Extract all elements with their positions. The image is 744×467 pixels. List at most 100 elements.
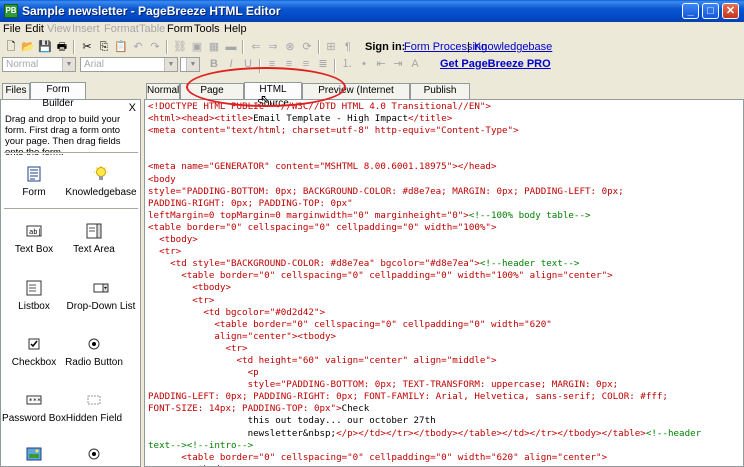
item-label: Listbox (18, 301, 50, 312)
font-select[interactable]: Arial ▼ (80, 57, 178, 72)
form-builder-item-drop-down-list[interactable]: Drop-Down List (61, 280, 140, 312)
tab-html-source[interactable]: HTML Source (244, 82, 302, 109)
underline-button[interactable]: U (240, 56, 256, 72)
form-builder-item-text-box[interactable]: ab| Text Box (1, 223, 67, 255)
new-file-icon[interactable]: 🗋 (3, 39, 19, 55)
tab-preview[interactable]: Preview (Internet Explorer) (302, 83, 410, 110)
close-icon[interactable]: X (129, 102, 136, 114)
open-folder-icon[interactable]: 📂 (20, 39, 36, 55)
source-line: align="center"><tbody> (148, 331, 742, 343)
form-builder-item-radio-button[interactable]: Radio Button (61, 336, 127, 368)
text-color-icon[interactable]: A (407, 56, 423, 72)
form-builder-item-hidden-field[interactable]: Hidden Field (61, 392, 127, 424)
source-token: <table border="0" cellspacing="0" cellpa… (148, 318, 552, 330)
numbered-list-icon[interactable]: ⒈ (339, 56, 355, 72)
form-builder-item-form[interactable]: Form (1, 166, 67, 198)
justify-icon[interactable]: ≣ (315, 56, 331, 72)
indent-icon[interactable]: ⇥ (390, 56, 406, 72)
minimize-button[interactable]: _ (682, 3, 699, 19)
menu-tools[interactable]: Tools (194, 23, 220, 35)
listbox-icon (26, 280, 42, 296)
style-select[interactable]: Normal ▼ (2, 57, 76, 72)
get-pro-link[interactable]: Get PageBreeze PRO (440, 58, 551, 70)
tab-normal[interactable]: Normal (146, 83, 180, 99)
align-right-icon[interactable]: ≡ (298, 56, 314, 72)
print-icon[interactable]: 🖶 (54, 39, 70, 55)
item-label: Hidden Field (65, 413, 123, 424)
italic-button[interactable]: I (223, 56, 239, 72)
menu-help[interactable]: Help (224, 23, 247, 35)
source-line: <p (148, 367, 742, 379)
align-center-icon[interactable]: ≡ (281, 56, 297, 72)
form-builder-item-image-button[interactable] (1, 446, 67, 466)
outdent-icon[interactable]: ⇤ (373, 56, 389, 72)
textbox-icon: ab| (26, 225, 42, 237)
form-builder-item-text-area[interactable]: Text Area (61, 223, 127, 255)
source-token: FONT-SIZE: 14px; PADDING-TOP: 0px"> (148, 403, 342, 415)
save-icon[interactable]: 💾 (37, 39, 53, 55)
maximize-button[interactable]: □ (702, 3, 719, 19)
tab-page-properties[interactable]: Page Properties (180, 83, 244, 110)
bullet-list-icon[interactable]: • (356, 56, 372, 72)
hidden-field-icon (87, 395, 101, 405)
tab-form-builder[interactable]: Form Builder (30, 82, 86, 109)
form-builder-item-password-box[interactable]: *** Password Box (1, 392, 67, 424)
window-title: Sample newsletter - PageBreeze HTML Edit… (22, 4, 281, 18)
form-builder-item-knowledgebase[interactable]: Knowledgebase (61, 166, 140, 198)
table-icon[interactable]: ▦ (206, 39, 222, 55)
app-window: PB Sample newsletter - PageBreeze HTML E… (0, 0, 744, 467)
font-size-select[interactable]: ▼ (180, 57, 200, 72)
menu-form[interactable]: Form (167, 23, 193, 35)
source-line: <tr> (148, 246, 742, 258)
knowledgebase-link[interactable]: Knowledgebase (474, 41, 552, 53)
stop-icon[interactable]: ⊗ (282, 39, 298, 55)
paragraph-icon[interactable]: ¶ (340, 39, 356, 55)
source-line: newsletter&nbsp;</p></td></tr></tbody></… (148, 428, 742, 440)
copy-icon[interactable]: ⎘ (96, 39, 112, 55)
menu-view[interactable]: View (47, 23, 71, 35)
back-icon[interactable]: ⇐ (248, 39, 264, 55)
undo-icon[interactable]: ↶ (130, 39, 146, 55)
tab-files[interactable]: Files (2, 83, 30, 99)
source-token: <!DOCTYPE HTML PUBLIC "-//W3C//DTD HTML … (148, 101, 491, 112)
source-line (148, 149, 742, 161)
mouse-cursor-icon: ⇖ (260, 92, 271, 106)
item-label: Form (22, 187, 46, 198)
menu-format[interactable]: Format (104, 23, 139, 35)
source-token: align="center"><tbody> (148, 330, 337, 342)
menu-edit[interactable]: Edit (25, 23, 44, 35)
source-token: leftMargin=0 topMargin=0 marginwidth="0"… (148, 209, 469, 221)
radio-icon (88, 448, 100, 460)
menu-bar: File Edit View Insert Format Table Form Tools He… (0, 22, 744, 37)
image-icon[interactable]: ▣ (189, 39, 205, 55)
source-token: </title> (408, 113, 453, 125)
close-button[interactable]: ✕ (722, 3, 739, 19)
app-icon: PB (4, 4, 18, 18)
source-token: PADDING-RIGHT: 0px; PADDING-TOP: 0px" (148, 197, 353, 209)
form-builder-item-listbox[interactable]: Listbox (1, 280, 67, 312)
textarea-icon (86, 223, 102, 239)
form-builder-item-radio-group[interactable] (61, 446, 127, 466)
refresh-icon[interactable]: ⟳ (299, 39, 315, 55)
html-source-editor[interactable]: <!DOCTYPE HTML PUBLIC "-//W3C//DTD HTML … (144, 99, 744, 467)
align-left-icon[interactable]: ≡ (264, 56, 280, 72)
source-code[interactable]: <!DOCTYPE HTML PUBLIC "-//W3C//DTD HTML … (148, 101, 742, 466)
redo-icon[interactable]: ↷ (147, 39, 163, 55)
chevron-down-icon: ▼ (62, 58, 75, 71)
link-icon[interactable]: ⛓ (172, 39, 188, 55)
form-builder-item-checkbox[interactable]: Checkbox (1, 336, 67, 368)
bold-button[interactable]: B (206, 56, 222, 72)
cut-icon[interactable]: ✂ (79, 39, 95, 55)
bookmark-icon[interactable]: ⊞ (323, 39, 339, 55)
menu-file[interactable]: File (3, 23, 21, 35)
source-line: <!DOCTYPE HTML PUBLIC "-//W3C//DTD HTML … (148, 101, 742, 113)
menu-insert[interactable]: Insert (72, 23, 100, 35)
hr-icon[interactable]: ▬ (223, 39, 239, 55)
tab-publish-ftp[interactable]: Publish (FTP) (410, 83, 470, 110)
paste-icon[interactable]: 📋 (113, 39, 129, 55)
chevron-down-icon: ▼ (186, 58, 199, 71)
menu-table[interactable]: Table (139, 23, 165, 35)
forward-icon[interactable]: ⇒ (265, 39, 281, 55)
style-select-value: Normal (6, 59, 39, 70)
image-button-icon (26, 447, 42, 461)
